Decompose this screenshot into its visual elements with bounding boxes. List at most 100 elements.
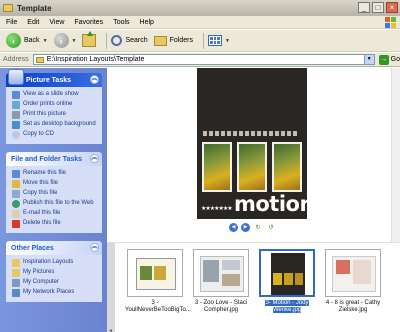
folders-label: Folders [169, 37, 193, 44]
folders-button[interactable]: Folders [153, 32, 193, 50]
file-folder-tasks-body: Rename this file Move this file Copy thi… [6, 166, 102, 233]
rotate-clockwise-icon[interactable]: ↻ [253, 224, 263, 232]
menu-file[interactable]: File [6, 19, 17, 26]
views-button[interactable]: ▼ [208, 32, 230, 50]
filmstrip-view: ★★★★★★★ motion ◀ ▶ ↻ ↺ ◄ 3 - YoullNeverB… [107, 68, 400, 332]
task-set-desktop[interactable]: Set as desktop background [12, 120, 98, 130]
up-folder-icon [82, 31, 97, 47]
rotate-counterclockwise-icon[interactable]: ↺ [266, 224, 276, 232]
file-folder-tasks-header[interactable]: File and Folder Tasks ︽ [6, 152, 102, 166]
place-label: My Pictures [23, 269, 55, 275]
place-my-network[interactable]: My Network Places [12, 288, 98, 298]
thumbnail-item-selected[interactable]: 3- Motion - Jody Wenke.jpg [257, 249, 317, 314]
desktop-icon [12, 121, 20, 129]
thumbnail-item[interactable]: 3 - Zoo Love - Staci Compher.jpg [191, 249, 251, 314]
back-arrow-icon: ‹ [6, 33, 21, 48]
menu-help[interactable]: Help [140, 19, 154, 26]
place-my-computer[interactable]: My Computer [12, 278, 98, 288]
windows-logo-icon [385, 17, 396, 28]
other-places-body: Inspiration Layouts My Pictures My Compu… [6, 255, 102, 302]
collapse-icon[interactable]: ︽ [90, 243, 99, 252]
thumbnail-caption: 3- Motion - Jody Wenke.jpg [257, 300, 317, 314]
forward-button[interactable]: › ▼ [53, 32, 77, 50]
task-rename[interactable]: Rename this file [12, 169, 98, 179]
my-pictures-icon [12, 269, 20, 277]
toolbar-separator [203, 32, 204, 49]
slideshow-icon [12, 91, 20, 99]
thumbnail-image [193, 249, 249, 297]
thumbnail-image [259, 249, 315, 297]
place-inspiration-layouts[interactable]: Inspiration Layouts [12, 258, 98, 268]
back-dropdown-icon[interactable]: ▼ [43, 38, 48, 44]
task-label: Publish this file to the Web [23, 200, 94, 206]
title-bar: Template _ □ × [0, 0, 400, 16]
collapse-icon[interactable]: ︽ [90, 75, 99, 84]
back-label: Back [24, 37, 40, 44]
menu-bar: File Edit View Favorites Tools Help [0, 16, 400, 29]
forward-arrow-icon: › [53, 33, 69, 48]
task-label: Move this file [23, 180, 59, 186]
address-dropdown-icon[interactable]: ▼ [363, 55, 374, 64]
task-label: Print this picture [23, 111, 67, 117]
strip-scroll-track[interactable] [107, 243, 115, 332]
task-move[interactable]: Move this file [12, 179, 98, 189]
other-places-header[interactable]: Other Places ︽ [6, 241, 102, 255]
other-places-title: Other Places [11, 244, 54, 252]
folders-icon [153, 35, 167, 46]
rename-icon [12, 170, 20, 178]
preview-photo [272, 142, 302, 192]
place-my-pictures[interactable]: My Pictures [12, 268, 98, 278]
cd-icon [12, 131, 20, 139]
thumbnail-item[interactable]: 3 - YoullNeverBeTooBigTo... [125, 249, 191, 314]
collapse-icon[interactable]: ︽ [90, 154, 99, 163]
place-label: Inspiration Layouts [23, 259, 74, 265]
other-places-panel: Other Places ︽ Inspiration Layouts My Pi… [6, 241, 102, 302]
task-slideshow[interactable]: View as a slide show [12, 90, 98, 100]
up-folder-button[interactable] [82, 31, 97, 50]
forward-dropdown-icon[interactable]: ▼ [72, 38, 77, 44]
preview-stars: ★★★★★★★ [201, 206, 233, 212]
menu-favorites[interactable]: Favorites [74, 19, 103, 26]
scroll-left-icon[interactable]: ◄ [108, 328, 113, 332]
task-label: Set as desktop background [23, 121, 96, 127]
previous-image-icon[interactable]: ◀ [229, 223, 238, 232]
email-icon [12, 210, 20, 218]
file-folder-tasks-title: File and Folder Tasks [11, 155, 83, 163]
task-order-prints[interactable]: Order prints online [12, 100, 98, 110]
menu-tools[interactable]: Tools [113, 19, 129, 26]
task-print[interactable]: Print this picture [12, 110, 98, 120]
menu-edit[interactable]: Edit [27, 19, 39, 26]
menu-view[interactable]: View [49, 19, 64, 26]
task-label: Delete this file [23, 220, 61, 226]
vertical-scrollbar[interactable] [391, 68, 400, 242]
folder-icon [12, 259, 20, 267]
network-icon [12, 289, 20, 297]
task-copy[interactable]: Copy this file [12, 189, 98, 199]
search-button[interactable]: Search [111, 32, 148, 50]
picture-tasks-header[interactable]: Picture Tasks ︽ [6, 69, 102, 87]
task-delete[interactable]: Delete this file [12, 219, 98, 229]
preview-controls: ◀ ▶ ↻ ↺ [229, 223, 276, 232]
go-button[interactable]: → Go [378, 54, 400, 65]
task-label: Copy this file [23, 190, 58, 196]
close-button[interactable]: × [386, 2, 398, 13]
back-button[interactable]: ‹ Back ▼ [6, 32, 48, 50]
task-copy-cd[interactable]: Copy to CD [12, 130, 98, 140]
views-dropdown-icon[interactable]: ▼ [225, 38, 230, 44]
preview-photo [202, 142, 232, 192]
delete-icon [12, 220, 20, 228]
task-publish-web[interactable]: Publish this file to the Web [12, 199, 98, 209]
next-image-icon[interactable]: ▶ [241, 223, 250, 232]
preview-banner-text [203, 131, 299, 136]
address-label: Address [3, 56, 29, 63]
copy-icon [12, 190, 20, 198]
image-preview[interactable]: ★★★★★★★ motion [197, 68, 314, 219]
task-email[interactable]: E-mail this file [12, 209, 98, 219]
thumbnail-image [127, 249, 183, 297]
maximize-button[interactable]: □ [372, 2, 384, 13]
globe-icon [12, 200, 20, 208]
address-input[interactable]: E:\Inspiration Layouts\Template ▼ [32, 54, 375, 65]
minimize-button[interactable]: _ [358, 2, 370, 13]
thumbnail-item[interactable]: 4 - 8 is great - Cathy Zielske.jpg [323, 249, 383, 314]
task-label: Rename this file [23, 170, 67, 176]
